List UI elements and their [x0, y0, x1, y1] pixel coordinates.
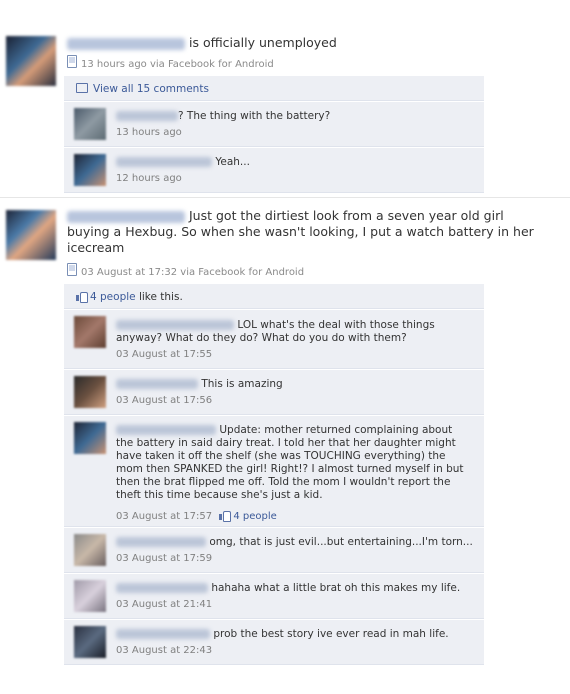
post2-meta: 03 August at 17:32 via Facebook for Andr… — [67, 263, 304, 278]
post1-status-text: is officially unemployed — [188, 35, 337, 50]
like-icon — [219, 510, 232, 522]
comment-text: This is amazing — [116, 378, 283, 391]
comment-author[interactable] — [116, 379, 198, 389]
post2-comment-3: Update: mother returned complaining abou… — [64, 416, 484, 527]
post2-comment-5: hahaha what a little brat oh this makes … — [64, 574, 484, 619]
comment-avatar[interactable] — [74, 316, 106, 348]
comment-avatar[interactable] — [74, 580, 106, 612]
likes-line: 4 people like this. — [76, 291, 183, 303]
comment-text: Update: mother returned complaining abou… — [116, 424, 464, 501]
comment-author[interactable] — [116, 425, 216, 435]
comment-avatar[interactable] — [74, 422, 106, 454]
comment-text: Yeah... — [116, 156, 250, 169]
comment-author[interactable] — [116, 320, 234, 330]
post-divider — [0, 197, 570, 198]
comment-author[interactable] — [116, 157, 212, 167]
post2-comment-1: LOL what's the deal with those things an… — [64, 310, 484, 369]
post2-comment-4: omg, that is just evil...but entertainin… — [64, 528, 484, 573]
comment-icon — [76, 83, 88, 93]
comment-avatar[interactable] — [74, 376, 106, 408]
post2-comment-6: prob the best story ive ever read in mah… — [64, 620, 484, 665]
comment-time[interactable]: 03 August at 17:57 — [116, 511, 212, 522]
mobile-icon — [67, 263, 77, 276]
comment-avatar[interactable] — [74, 108, 106, 140]
view-all-comments-link[interactable]: View all 15 comments — [76, 83, 209, 95]
post1-comment-2: Yeah... 12 hours ago — [64, 148, 484, 193]
comment-time[interactable]: 03 August at 17:56 — [116, 395, 212, 406]
comment-time[interactable]: 03 August at 21:41 — [116, 599, 212, 610]
comment-author[interactable] — [116, 111, 178, 121]
post2-author[interactable] — [67, 210, 185, 223]
comment-text: hahaha what a little brat oh this makes … — [116, 582, 460, 595]
post1-meta: 13 hours ago via Facebook for Android — [67, 55, 274, 70]
comment-text: LOL what's the deal with those things an… — [116, 319, 435, 344]
comment-text: omg, that is just evil...but entertainin… — [116, 536, 473, 549]
comment-time[interactable]: 12 hours ago — [116, 173, 182, 184]
likes-link[interactable]: 4 people — [90, 291, 136, 303]
comment-author[interactable] — [116, 583, 208, 593]
post2-likes-box: 4 people like this. — [64, 284, 484, 309]
post2-status: Just got the dirtiest look from a seven … — [67, 208, 534, 255]
comment-avatar[interactable] — [74, 154, 106, 186]
post1-view-all-box: View all 15 comments — [64, 76, 484, 101]
post2-comment-2: This is amazing 03 August at 17:56 — [64, 370, 484, 415]
comment-time[interactable]: 13 hours ago — [116, 127, 182, 138]
post2-avatar[interactable] — [6, 210, 56, 260]
comment-time[interactable]: 03 August at 22:43 — [116, 645, 212, 656]
post1-comment-1: ? The thing with the battery? 13 hours a… — [64, 102, 484, 147]
post1-status: is officially unemployed — [67, 35, 337, 51]
comment-avatar[interactable] — [74, 626, 106, 658]
comment-likes-link[interactable]: 4 people — [233, 511, 276, 522]
comment-text: prob the best story ive ever read in mah… — [116, 628, 449, 641]
comment-author[interactable] — [116, 537, 206, 547]
comment-time[interactable]: 03 August at 17:55 — [116, 349, 212, 360]
comment-author[interactable] — [116, 629, 210, 639]
mobile-icon — [67, 55, 77, 68]
comment-time[interactable]: 03 August at 17:59 — [116, 553, 212, 564]
like-icon — [76, 291, 88, 303]
comment-time-row: 03 August at 17:57 4 people — [116, 510, 277, 522]
comment-text: ? The thing with the battery? — [116, 110, 330, 123]
post1-avatar[interactable] — [6, 36, 56, 86]
post1-author[interactable] — [67, 37, 185, 50]
comment-avatar[interactable] — [74, 534, 106, 566]
